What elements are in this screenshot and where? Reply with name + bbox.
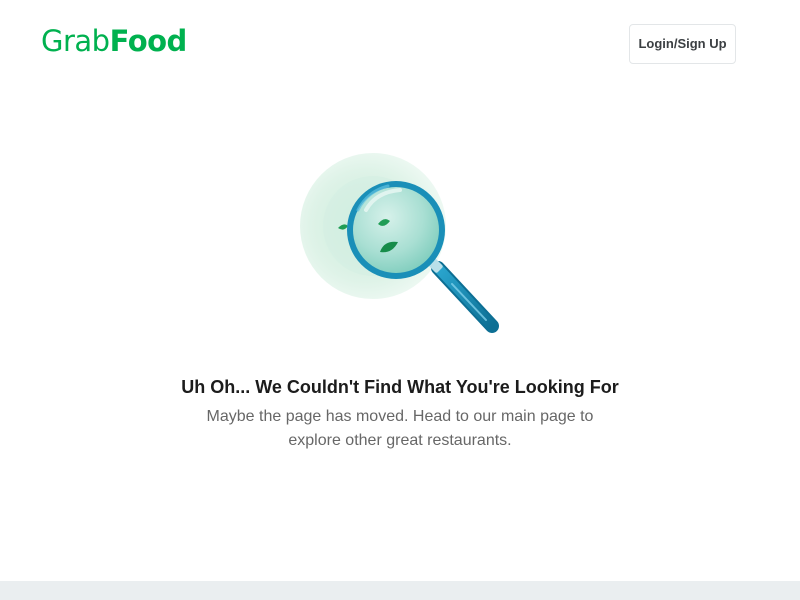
magnifying-glass-icon xyxy=(296,150,506,340)
logo-food-text: Food xyxy=(109,24,188,58)
grabfood-logo[interactable]: GrabFood xyxy=(41,22,187,60)
page-title: Uh Oh... We Couldn't Find What You're Lo… xyxy=(181,377,619,397)
not-found-page: GrabFood Login/Sign Up Uh Oh... We Could… xyxy=(0,0,800,600)
logo-grab-text: Grab xyxy=(41,24,110,58)
page-message: Maybe the page has moved. Head to our ma… xyxy=(206,408,594,449)
login-signup-button[interactable]: Login/Sign Up xyxy=(629,24,736,64)
footer-bar xyxy=(0,581,800,600)
site-header: GrabFood Login/Sign Up xyxy=(0,0,800,86)
